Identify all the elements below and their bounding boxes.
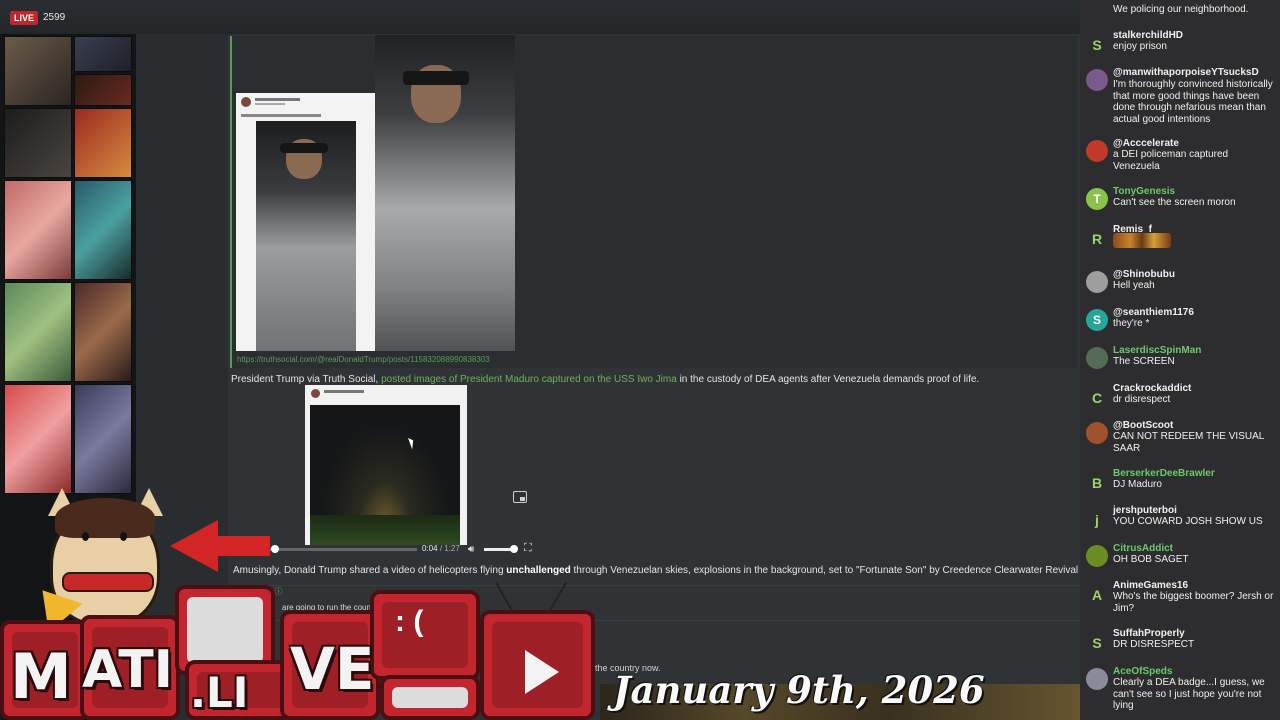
chat-username[interactable]: jershputerboi: [1113, 505, 1177, 516]
chat-emotes: [1113, 233, 1171, 248]
avatar[interactable]: A: [1086, 584, 1108, 606]
logo-letter: ATI: [82, 640, 174, 700]
logo-letter: VE: [290, 635, 375, 703]
date-banner: January 9th, 2026: [605, 662, 985, 720]
chat-username[interactable]: BerserkerDeeBrawler: [1113, 468, 1215, 479]
chat-username[interactable]: @manwithaporpoiseYTsucksD: [1113, 67, 1259, 78]
chat-message-text: DJ Maduro: [1113, 479, 1162, 490]
chat-message-text: OH BOB SAGET: [1113, 554, 1189, 565]
chat-username[interactable]: LaserdiscSpinMan: [1113, 345, 1201, 356]
truth-social-screenshot-image[interactable]: [236, 93, 376, 351]
chat-message-text: dr disrespect: [1113, 394, 1171, 405]
avatar[interactable]: B: [1086, 472, 1108, 494]
red-arrow-tail: [215, 536, 270, 556]
avatar[interactable]: [1086, 347, 1108, 369]
chat-message-text: Hell yeah: [1113, 280, 1155, 291]
chat-username[interactable]: TonyGenesis: [1113, 186, 1175, 197]
chat-username[interactable]: stalkerchildHD: [1113, 30, 1183, 41]
chat-message-text: enjoy prison: [1113, 41, 1167, 52]
image-caption-line: [241, 114, 321, 117]
live-badge: LIVE: [10, 11, 39, 25]
avatar[interactable]: [1086, 422, 1108, 444]
chat-username[interactable]: AnimeGames16: [1113, 580, 1188, 591]
maduro-photo-small: [256, 121, 356, 351]
stream-topbar: LIVE 2599: [0, 0, 1080, 34]
chat-username[interactable]: @Shinobubu: [1113, 269, 1175, 280]
chat-message-text: CAN NOT REDEEM THE VISUAL SAAR: [1113, 431, 1264, 454]
avatar[interactable]: S: [1086, 632, 1108, 654]
avatar[interactable]: [1086, 140, 1108, 162]
avatar[interactable]: [1086, 545, 1108, 567]
avatar[interactable]: S: [1086, 309, 1108, 331]
chat-username[interactable]: CitrusAddict: [1113, 543, 1173, 554]
mascot-scarf: [62, 572, 154, 592]
date-text: January 9th, 2026: [613, 668, 985, 712]
chat-message-text: Who's the biggest boomer? Jersh or Jim?: [1113, 591, 1274, 614]
mascot-eye-icon: [82, 532, 89, 541]
chat-username[interactable]: @seanthiem1176: [1113, 307, 1194, 318]
avatar[interactable]: S: [1086, 34, 1108, 56]
chat-username[interactable]: AceOfSpeds: [1113, 666, 1172, 677]
chat-message-text: they're *: [1113, 318, 1150, 329]
chat-message-text: I'm thoroughly convinced historically th…: [1113, 79, 1273, 125]
avatar[interactable]: C: [1086, 387, 1108, 409]
avatar[interactable]: [1086, 69, 1108, 91]
avatar[interactable]: R: [1086, 228, 1108, 250]
mascot-hair: [55, 498, 155, 538]
chat-message-text: The SCREEN: [1113, 356, 1175, 367]
chat-message-text: Can't see the screen moron: [1113, 197, 1236, 208]
sad-face-icon: : (: [395, 605, 424, 638]
chat-message-text: DR DISRESPECT: [1113, 639, 1195, 650]
chat-username[interactable]: @BootScoot: [1113, 420, 1173, 431]
post-text: President Trump via Truth Social, posted…: [231, 374, 980, 385]
red-arrow-icon: [170, 520, 218, 572]
chat-message-text: a DEI policeman captured Venezuela: [1113, 149, 1229, 172]
tv-icon: [380, 675, 480, 720]
chat-message-text: We policing our neighborhood.: [1113, 4, 1249, 15]
chat-username[interactable]: SuffahProperly: [1113, 628, 1185, 639]
avatar: [311, 389, 320, 398]
matilive-logo-overlay: M ATI .LI VE : (: [0, 480, 600, 720]
viewer-count: 2599: [43, 12, 66, 23]
chat-panel: We policing our neighborhood. S stalkerc…: [1080, 0, 1280, 720]
avatar[interactable]: T: [1086, 188, 1108, 210]
mascot-eye-icon: [120, 532, 127, 541]
avatar[interactable]: [1086, 271, 1108, 293]
maduro-photo-large[interactable]: [375, 35, 515, 351]
chat-message-text: Clearly a DEA badge...I guess, we can't …: [1113, 677, 1265, 711]
logo-letter: .LI: [190, 668, 249, 717]
avatar[interactable]: [1086, 668, 1108, 690]
play-icon: [525, 650, 559, 694]
chat-message-text: YOU COWARD JOSH SHOW US: [1113, 516, 1263, 527]
chat-username[interactable]: Crackrockaddict: [1113, 383, 1191, 394]
avatar[interactable]: j: [1086, 509, 1108, 531]
logo-letter: M: [10, 640, 72, 713]
post-inline-link[interactable]: posted images of President Maduro captur…: [381, 374, 677, 385]
tv-icon: [370, 590, 480, 680]
avatar: [241, 97, 251, 107]
truth-social-post-link[interactable]: https://truthsocial.com/@realDonaldTrump…: [237, 355, 490, 364]
chat-username[interactable]: @Acccelerate: [1113, 138, 1179, 149]
